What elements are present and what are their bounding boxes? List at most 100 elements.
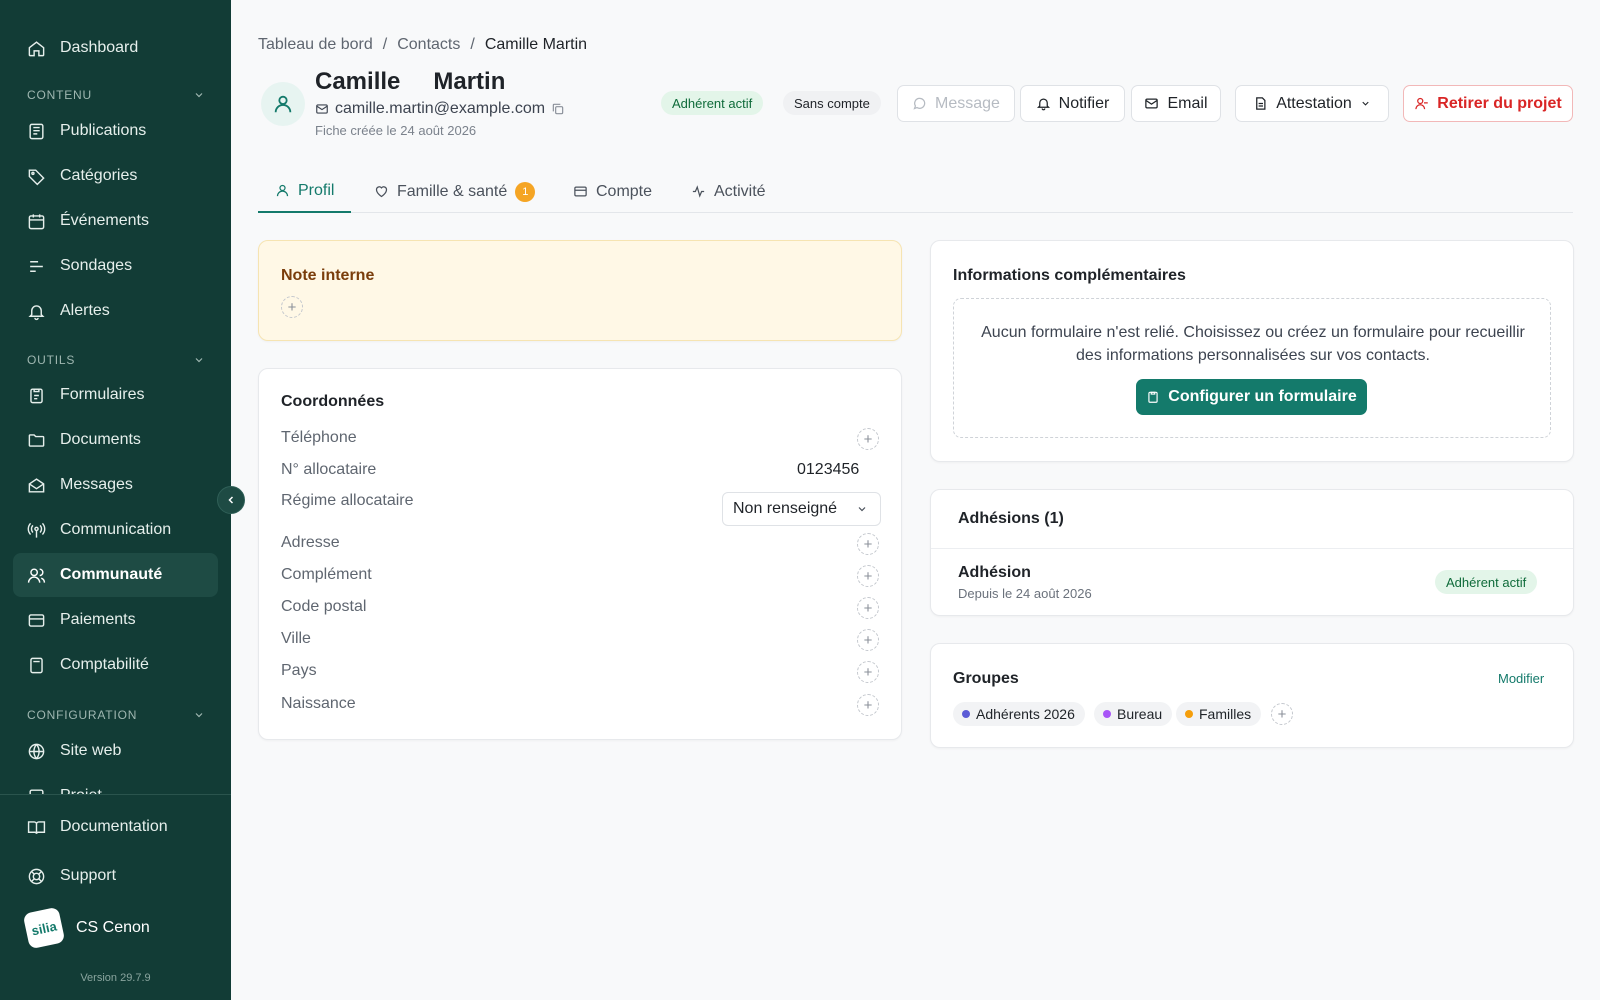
sidebar-collapse-button[interactable] [217, 486, 245, 514]
tab-activity[interactable]: Activité [674, 170, 783, 213]
sidebar-item-publications[interactable]: Publications [13, 109, 218, 153]
organization-name: CS Cenon [76, 919, 150, 936]
tab-profile[interactable]: Profil [258, 170, 352, 213]
sidebar-section-tools[interactable]: Outils [27, 350, 205, 370]
section-label: Outils [27, 353, 76, 367]
group-chip-label: Familles [1199, 706, 1252, 722]
sidebar-item-community[interactable]: Communauté [13, 553, 218, 597]
sidebar-item-label: Comptabilité [60, 656, 149, 673]
sidebar-item-messages[interactable]: Messages [13, 463, 218, 507]
creation-date: Fiche créée le 24 août 2026 [315, 123, 477, 138]
sidebar-item-payments[interactable]: Paiements [13, 598, 218, 642]
internal-note-card: Note interne + [258, 240, 902, 341]
breadcrumb: Tableau de bord / Contacts / Camille Mar… [258, 36, 587, 54]
tab-bar: Profil Famille & santé 1 Compte Activité [258, 170, 1573, 213]
memberships-card: Adhésions (1) Adhésion Depuis le 24 août… [930, 489, 1574, 616]
add-city-button[interactable]: + [857, 629, 879, 651]
user-icon [276, 184, 289, 197]
caf-number-value[interactable]: 0123456 [797, 461, 859, 479]
divider [931, 548, 1573, 549]
additional-info-card: Informations complémentaires Aucun formu… [930, 240, 1574, 462]
contact-last-name: Martin [433, 68, 506, 95]
group-chip[interactable]: Adhérents 2026 [953, 702, 1085, 726]
plus-icon: + [863, 535, 873, 553]
sidebar-item-events[interactable]: Événements [13, 199, 218, 243]
certificate-dropdown[interactable]: Attestation [1235, 85, 1389, 122]
group-chip-label: Bureau [1117, 706, 1163, 722]
sidebar-item-project[interactable]: Projet [13, 774, 218, 795]
add-phone-button[interactable]: + [857, 428, 879, 450]
internal-note-title: Note interne [281, 267, 375, 284]
plus-icon: + [863, 599, 873, 617]
sidebar-item-label: Formulaires [60, 386, 145, 403]
sidebar-section-content[interactable]: Contenu [27, 85, 205, 105]
remove-button-label: Retirer du projet [1437, 94, 1562, 112]
sidebar-item-polls[interactable]: Sondages [13, 244, 218, 288]
add-group-button[interactable]: + [1271, 703, 1293, 725]
groups-edit-link[interactable]: Modifier [1498, 671, 1544, 686]
section-label: Configuration [27, 708, 138, 722]
add-postal-code-button[interactable]: + [857, 597, 879, 619]
plus-icon: + [863, 430, 873, 448]
membership-item-title[interactable]: Adhésion [958, 564, 1031, 582]
add-country-button[interactable]: + [857, 661, 879, 683]
tab-account[interactable]: Compte [556, 170, 669, 213]
add-address-button[interactable]: + [857, 533, 879, 555]
copy-icon[interactable] [551, 102, 565, 116]
poll-icon [30, 260, 43, 272]
sidebar-item-documents[interactable]: Documents [13, 418, 218, 462]
chevron-down-icon [195, 358, 203, 363]
sidebar-item-documentation[interactable]: Documentation [13, 805, 218, 849]
message-button[interactable]: Message [897, 85, 1015, 122]
bell-icon [1036, 98, 1050, 111]
tab-label: Famille & santé [397, 182, 508, 200]
bell-icon [28, 304, 45, 320]
folder-icon [28, 433, 45, 447]
add-complement-button[interactable]: + [857, 565, 879, 587]
configure-form-button[interactable]: Configurer un formulaire [1136, 379, 1367, 415]
sidebar-item-forms[interactable]: Formulaires [13, 373, 218, 417]
breadcrumb-dashboard[interactable]: Tableau de bord [258, 36, 373, 54]
complement-label: Complément [281, 566, 372, 583]
notify-button[interactable]: Notifier [1020, 85, 1125, 122]
sidebar-item-communication[interactable]: Communication [13, 508, 218, 552]
chevron-down-icon [858, 507, 866, 512]
chevron-left-icon [228, 496, 234, 504]
email-button[interactable]: Email [1131, 85, 1221, 122]
group-chip[interactable]: Familles [1176, 702, 1262, 726]
user-icon [274, 95, 292, 113]
breadcrumb-contacts[interactable]: Contacts [397, 36, 460, 54]
sidebar-item-alerts[interactable]: Alertes [13, 289, 218, 333]
sidebar-item-label: Communication [60, 521, 172, 538]
tab-family-health[interactable]: Famille & santé 1 [357, 170, 552, 213]
organization-switcher[interactable]: silia CS Cenon [22, 906, 150, 950]
regime-select[interactable]: Non renseigné [722, 492, 881, 526]
user-minus-icon [1415, 97, 1429, 110]
sidebar-item-accounting[interactable]: Comptabilité [13, 643, 218, 687]
sidebar-item-support[interactable]: Support [13, 854, 218, 898]
phone-label: Téléphone [281, 429, 357, 446]
group-color-dot [1185, 710, 1193, 718]
city-label: Ville [281, 630, 311, 647]
caf-number-label: N° allocataire [281, 461, 377, 478]
sidebar-item-website[interactable]: Site web [13, 729, 218, 773]
add-birth-button[interactable]: + [857, 694, 879, 716]
home-icon [28, 40, 45, 56]
contact-details-card: Coordonnées Téléphone + N° allocataire 0… [258, 368, 902, 740]
newspaper-icon [29, 123, 44, 139]
notify-button-label: Notifier [1058, 94, 1110, 112]
email-button-label: Email [1167, 94, 1208, 112]
add-note-button[interactable]: + [281, 296, 303, 318]
tab-label: Profil [298, 181, 335, 199]
book-open-icon [27, 820, 46, 834]
avatar [261, 82, 305, 126]
remove-from-project-button[interactable]: Retirer du projet [1403, 85, 1573, 122]
users-icon [27, 567, 46, 583]
sidebar-item-dashboard[interactable]: Dashboard [13, 26, 218, 70]
sidebar-item-categories[interactable]: Catégories [13, 154, 218, 198]
sidebar-section-configuration[interactable]: Configuration [27, 705, 205, 725]
plus-icon: + [863, 696, 873, 714]
tag-icon [28, 168, 45, 185]
group-chip[interactable]: Bureau [1094, 702, 1173, 726]
sidebar-item-label: Documents [60, 431, 141, 448]
